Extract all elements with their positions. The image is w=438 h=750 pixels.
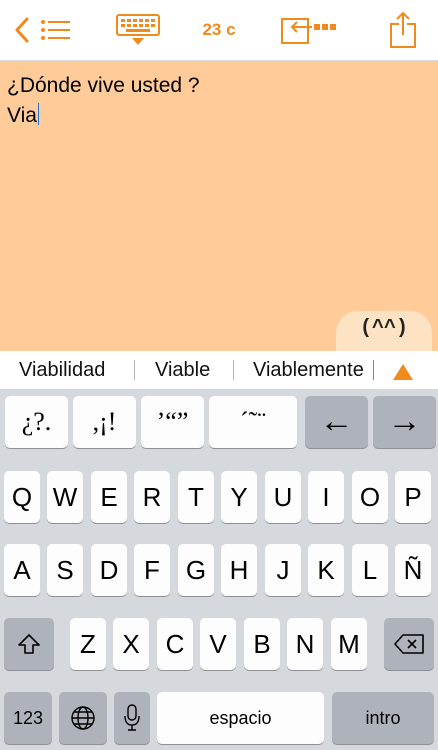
key-q[interactable]: Q: [4, 471, 40, 523]
microphone-icon: [124, 704, 140, 731]
back-chevron-icon[interactable]: [8, 0, 36, 60]
emoticon-tab[interactable]: (^^): [336, 311, 432, 355]
key-n-tilde[interactable]: Ñ: [395, 544, 431, 596]
key-d[interactable]: D: [91, 544, 127, 596]
key-j[interactable]: J: [265, 544, 301, 596]
key-quotes[interactable]: ’“”: [141, 396, 204, 448]
key-question-marks[interactable]: ¿?.: [5, 396, 68, 448]
up-triangle-icon[interactable]: [392, 363, 416, 381]
suggestion-bar: Viabilidad Viable Viablemente: [0, 351, 438, 389]
key-s[interactable]: S: [47, 544, 83, 596]
suggestion-item[interactable]: Viable: [155, 351, 210, 389]
space-bar[interactable]: espacio: [157, 692, 324, 744]
cursor-left-key[interactable]: ←: [305, 396, 368, 448]
keyboard: ¿?. ,¡! ’“” ´˜¨ ← → Q W E R T Y U I O P …: [0, 389, 438, 750]
suggestion-divider: [373, 360, 374, 380]
key-g[interactable]: G: [178, 544, 214, 596]
key-v[interactable]: V: [200, 618, 236, 670]
key-p[interactable]: P: [395, 471, 431, 523]
key-exclamation-marks[interactable]: ,¡!: [73, 396, 136, 448]
backspace-key[interactable]: [384, 618, 434, 670]
suggestion-item[interactable]: Viabilidad: [19, 351, 105, 389]
text-editor[interactable]: ¿Dónde vive usted ? Via: [0, 61, 438, 351]
key-l[interactable]: L: [352, 544, 388, 596]
key-accents[interactable]: ´˜¨: [209, 396, 297, 448]
insert-text-icon[interactable]: [278, 0, 340, 60]
key-a[interactable]: A: [4, 544, 40, 596]
key-w[interactable]: W: [47, 471, 83, 523]
key-f[interactable]: F: [134, 544, 170, 596]
text-line-1: ¿Dónde vive usted ?: [7, 74, 200, 97]
globe-icon: [71, 706, 95, 730]
suggestion-divider: [134, 360, 135, 380]
key-i[interactable]: I: [308, 471, 344, 523]
text-line-2: Via: [7, 103, 39, 128]
emoticon-label: (^^): [359, 317, 408, 340]
share-icon[interactable]: [386, 0, 420, 60]
char-count: 23 c: [194, 0, 244, 60]
microphone-key[interactable]: [114, 692, 150, 744]
key-y[interactable]: Y: [221, 471, 257, 523]
key-n[interactable]: N: [287, 618, 323, 670]
key-u[interactable]: U: [265, 471, 301, 523]
return-key[interactable]: intro: [332, 692, 434, 744]
cursor-right-key[interactable]: →: [373, 396, 436, 448]
suggestion-divider: [233, 360, 234, 380]
key-z[interactable]: Z: [70, 618, 106, 670]
key-k[interactable]: K: [308, 544, 344, 596]
globe-key[interactable]: [59, 692, 107, 744]
current-word: Via: [7, 104, 37, 127]
keyboard-hide-icon[interactable]: [114, 0, 162, 60]
text-cursor: [37, 103, 39, 125]
key-m[interactable]: M: [331, 618, 367, 670]
key-c[interactable]: C: [157, 618, 193, 670]
char-count-label: 23 c: [202, 20, 236, 39]
backspace-icon: [394, 634, 424, 654]
key-r[interactable]: R: [134, 471, 170, 523]
key-o[interactable]: O: [352, 471, 388, 523]
key-b[interactable]: B: [244, 618, 280, 670]
key-e[interactable]: E: [91, 471, 127, 523]
key-h[interactable]: H: [221, 544, 257, 596]
key-x[interactable]: X: [113, 618, 149, 670]
toolbar: 23 c: [0, 0, 438, 61]
numbers-key[interactable]: 123: [4, 692, 52, 744]
shift-icon: [18, 634, 40, 654]
shift-key[interactable]: [4, 618, 54, 670]
suggestion-item[interactable]: Viablemente: [253, 351, 373, 389]
list-icon[interactable]: [38, 0, 72, 60]
key-t[interactable]: T: [178, 471, 214, 523]
